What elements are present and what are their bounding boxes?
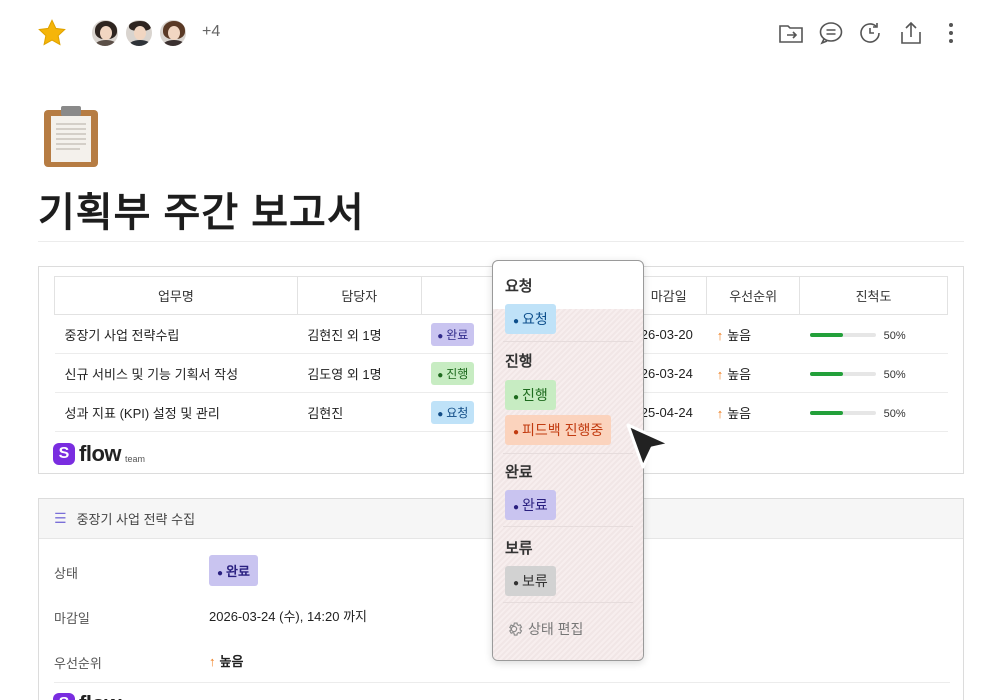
group-label-done: 완료 bbox=[505, 464, 533, 481]
field-row-status: 상태 ● 완료 bbox=[54, 555, 454, 587]
progress-label: 50% bbox=[883, 329, 906, 342]
task-owner[interactable]: 김도영 외 1명 bbox=[297, 353, 422, 393]
flow-logo-mark: S bbox=[53, 443, 75, 465]
priority-arrow-icon: ↑ bbox=[209, 654, 216, 669]
history-icon[interactable] bbox=[858, 20, 884, 46]
progress-label: 50% bbox=[883, 368, 906, 381]
status-dot-icon: ● bbox=[437, 369, 444, 381]
progress-fill bbox=[809, 372, 843, 377]
task-name[interactable]: 중장기 사업 전략수립 bbox=[54, 314, 298, 354]
progress-bar[interactable] bbox=[809, 372, 876, 377]
mouse-cursor-icon bbox=[626, 423, 672, 469]
status-dot-icon: ● bbox=[513, 578, 520, 589]
option-label: 완료 bbox=[522, 497, 548, 513]
edit-status-button[interactable]: 상태 편집 bbox=[505, 619, 583, 639]
status-dot-icon: ● bbox=[437, 330, 444, 342]
option-request[interactable]: ● 요청 bbox=[505, 304, 556, 334]
status-dot-icon: ● bbox=[437, 408, 444, 420]
status-badge[interactable]: ● 요청 bbox=[431, 400, 475, 424]
flow-logo-word: flow bbox=[79, 441, 122, 466]
status-badge[interactable]: ● 진행 bbox=[431, 361, 475, 385]
column-header-owner[interactable]: 담당자 bbox=[296, 276, 422, 315]
status-dot-icon: ● bbox=[217, 568, 224, 579]
avatar[interactable] bbox=[90, 18, 120, 48]
extra-members-count[interactable]: +4 bbox=[202, 23, 220, 41]
page-title: 기획부 주간 보고서 bbox=[38, 191, 365, 235]
group-label-request: 요청 bbox=[505, 278, 533, 295]
member-avatars[interactable] bbox=[90, 18, 192, 48]
task-owner[interactable]: 김현진 bbox=[297, 392, 422, 432]
star-icon[interactable] bbox=[36, 17, 68, 49]
option-label: 진행 bbox=[522, 387, 548, 403]
option-done[interactable]: ● 완료 bbox=[505, 490, 556, 520]
detail-title: 중장기 사업 전략 수집 bbox=[76, 512, 196, 527]
priority-arrow-icon: ↑ bbox=[716, 366, 724, 382]
status-dot-icon: ● bbox=[513, 502, 520, 513]
status-badge[interactable]: ● 완료 bbox=[209, 555, 258, 586]
field-label: 마감일 bbox=[54, 611, 90, 626]
progress-label: 50% bbox=[883, 407, 906, 420]
top-bar: +4 bbox=[0, 0, 1000, 68]
task-priority[interactable]: 높음 bbox=[727, 406, 751, 421]
flow-logo-suffix: team bbox=[125, 453, 146, 464]
field-row-priority: 우선순위 ↑ 높음 bbox=[54, 651, 454, 671]
gear-icon bbox=[509, 622, 523, 636]
flow-logo-mark: S bbox=[53, 693, 75, 700]
flow-logo-word: flow bbox=[79, 691, 122, 700]
field-row-due: 마감일 2026-03-24 (수), 14:20 까지 bbox=[54, 606, 554, 626]
divider bbox=[54, 682, 950, 683]
clipboard-icon bbox=[44, 106, 98, 167]
status-label: 완료 bbox=[446, 327, 469, 342]
divider bbox=[503, 526, 633, 527]
option-label: 요청 bbox=[522, 311, 548, 327]
divider bbox=[503, 341, 633, 342]
priority-arrow-icon: ↑ bbox=[716, 405, 724, 421]
due-date-value[interactable]: 2026-03-24 (수), 14:20 까지 bbox=[209, 606, 367, 625]
task-name[interactable]: 신규 서비스 및 기능 기획서 작성 bbox=[54, 353, 298, 393]
flow-logo: S flow bbox=[53, 691, 122, 700]
progress-bar[interactable] bbox=[809, 411, 876, 416]
more-icon[interactable] bbox=[938, 20, 964, 46]
list-icon: ☰ bbox=[54, 510, 67, 526]
task-priority[interactable]: 높음 bbox=[727, 328, 751, 343]
divider bbox=[38, 241, 964, 242]
column-header-task[interactable]: 업무명 bbox=[54, 276, 298, 315]
progress-bar[interactable] bbox=[809, 333, 876, 338]
avatar[interactable] bbox=[158, 18, 188, 48]
progress-fill bbox=[809, 333, 843, 338]
option-feedback[interactable]: ● 피드백 진행중 bbox=[505, 415, 612, 445]
progress-fill bbox=[809, 411, 843, 416]
avatar[interactable] bbox=[124, 18, 154, 48]
field-label: 상태 bbox=[54, 566, 78, 581]
status-dot-icon: ● bbox=[513, 427, 520, 438]
column-header-priority[interactable]: 우선순위 bbox=[706, 276, 801, 315]
status-badge[interactable]: ● 완료 bbox=[431, 322, 475, 346]
group-label-progress: 진행 bbox=[505, 353, 533, 370]
divider bbox=[503, 602, 633, 603]
field-label: 우선순위 bbox=[54, 656, 102, 671]
option-label: 보류 bbox=[522, 573, 548, 589]
option-hold[interactable]: ● 보류 bbox=[505, 566, 556, 596]
task-priority[interactable]: 높음 bbox=[727, 367, 751, 382]
priority-value[interactable]: 높음 bbox=[220, 654, 244, 669]
status-label: 요청 bbox=[446, 405, 469, 420]
column-header-progress[interactable]: 진척도 bbox=[799, 276, 948, 315]
status-dot-icon: ● bbox=[513, 392, 520, 403]
status-dropdown[interactable]: 요청 ● 요청 진행 ● 진행 ● 피드백 진행중 완료 ● 완료 보류 ● 보류 상태 … bbox=[492, 260, 644, 661]
share-icon[interactable] bbox=[898, 20, 924, 46]
task-owner[interactable]: 김현진 외 1명 bbox=[297, 314, 422, 354]
priority-arrow-icon: ↑ bbox=[716, 327, 724, 343]
group-label-hold: 보류 bbox=[505, 540, 533, 557]
divider bbox=[503, 453, 633, 454]
flow-logo: S flow team bbox=[53, 441, 145, 467]
folder-move-icon[interactable] bbox=[778, 20, 804, 46]
status-label: 완료 bbox=[226, 564, 250, 579]
status-dot-icon: ● bbox=[513, 316, 520, 327]
option-progress[interactable]: ● 진행 bbox=[505, 380, 556, 410]
comment-icon[interactable] bbox=[818, 20, 844, 46]
task-name[interactable]: 성과 지표 (KPI) 설정 및 관리 bbox=[54, 392, 298, 432]
status-label: 진행 bbox=[446, 366, 469, 381]
edit-status-label: 상태 편집 bbox=[528, 621, 584, 637]
option-label: 피드백 진행중 bbox=[522, 422, 604, 438]
